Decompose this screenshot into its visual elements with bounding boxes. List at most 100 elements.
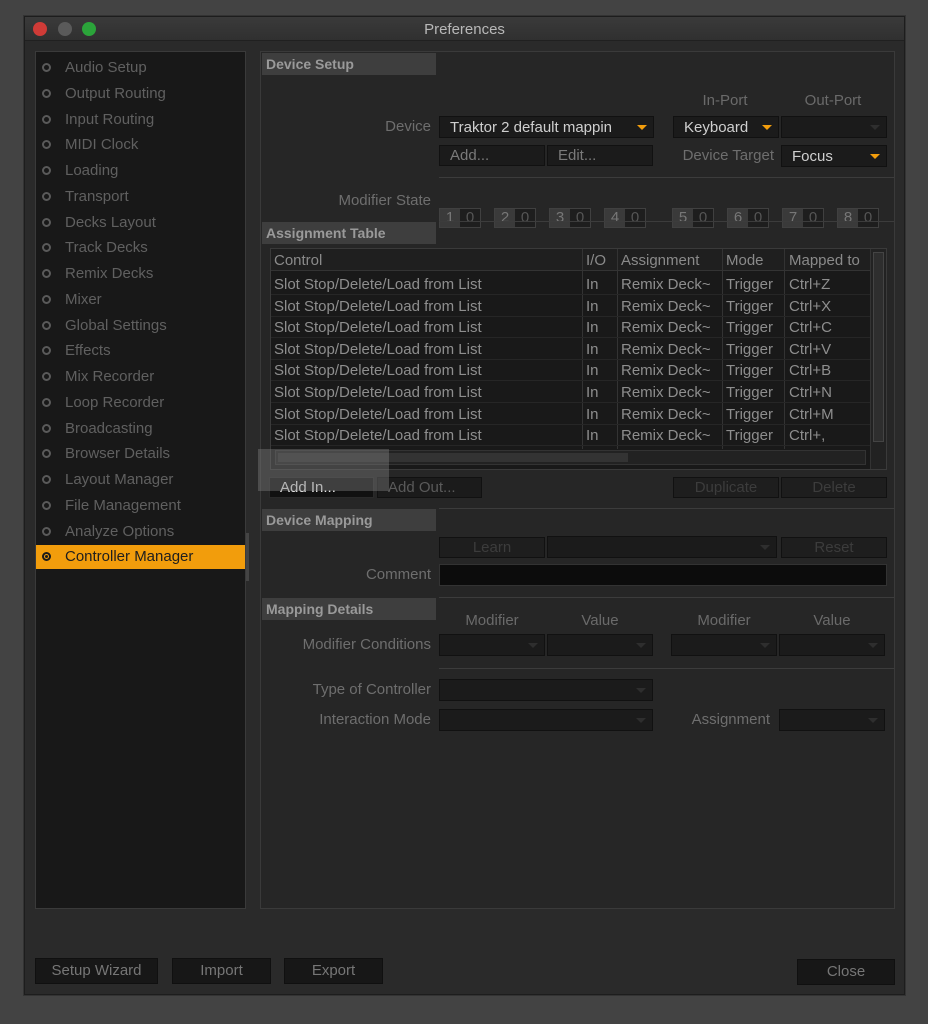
sidebar-item[interactable]: Mixer bbox=[36, 288, 245, 312]
value-condition-1-dropdown[interactable] bbox=[547, 634, 653, 656]
table-cell: Trigger bbox=[726, 362, 773, 380]
value-condition-2-dropdown[interactable] bbox=[779, 634, 885, 656]
vertical-scrollbar[interactable] bbox=[870, 249, 886, 469]
sidebar-item[interactable]: Analyze Options bbox=[36, 520, 245, 544]
table-cell: Ctrl+Z bbox=[789, 276, 831, 293]
table-cell: Slot Stop/Delete/Load from List bbox=[274, 427, 482, 445]
table-row[interactable]: Slot Stop/Delete/Load from List In Remix D… bbox=[271, 360, 871, 382]
modifier-value: 0 bbox=[808, 209, 818, 226]
table-cell: Remix Deck~ bbox=[621, 384, 711, 401]
radio-icon bbox=[42, 475, 51, 484]
table-cell: Ctrl+V bbox=[789, 340, 832, 358]
device-dropdown[interactable]: Traktor 2 default mappin bbox=[439, 116, 654, 138]
sidebar-item[interactable]: Track Decks bbox=[36, 236, 245, 260]
learn-button[interactable]: Learn bbox=[439, 537, 545, 558]
sidebar-item[interactable]: Audio Setup bbox=[36, 56, 245, 80]
chevron-down-icon bbox=[636, 643, 646, 648]
sidebar-item-label: Global Settings bbox=[65, 316, 167, 334]
in-port-dropdown[interactable]: Keyboard bbox=[673, 116, 779, 138]
sidebar-item[interactable]: Broadcasting bbox=[36, 417, 245, 441]
radio-icon bbox=[42, 320, 51, 330]
sidebar-item[interactable]: Transport bbox=[36, 185, 245, 209]
column-header-control[interactable]: Control bbox=[274, 252, 322, 269]
sidebar-item[interactable]: Decks Layout bbox=[36, 211, 245, 235]
device-setup-heading: Device Setup bbox=[262, 53, 436, 75]
export-button[interactable]: Export bbox=[284, 958, 383, 984]
device-target-dropdown[interactable]: Focus bbox=[781, 145, 887, 167]
modifier-column-label: Modifier bbox=[465, 612, 519, 629]
radio-icon bbox=[42, 269, 51, 278]
add-device-button[interactable]: Add... bbox=[439, 145, 545, 166]
table-cell: Trigger bbox=[726, 405, 773, 423]
sidebar-item[interactable]: Loop Recorder bbox=[36, 391, 245, 415]
sidebar-item[interactable]: Effects bbox=[36, 339, 245, 363]
duplicate-button[interactable]: Duplicate bbox=[673, 477, 779, 498]
table-row[interactable]: Slot Stop/Delete/Load from List In Remix D… bbox=[271, 382, 871, 403]
radio-icon bbox=[42, 191, 51, 201]
scrollbar-thumb[interactable] bbox=[873, 252, 884, 442]
device-target-label: Device Target bbox=[682, 147, 774, 164]
table-cell: Ctrl+C bbox=[789, 319, 832, 337]
modifier-condition-1-dropdown[interactable] bbox=[439, 634, 545, 656]
comment-field[interactable] bbox=[439, 564, 887, 586]
sidebar-item[interactable]: MIDI Clock bbox=[36, 133, 245, 157]
sidebar-item[interactable]: Global Settings bbox=[36, 314, 245, 338]
edit-device-button[interactable]: Edit... bbox=[547, 145, 653, 166]
modifier-value: 0 bbox=[863, 209, 873, 226]
add-out-button[interactable]: Add Out... bbox=[377, 477, 482, 498]
column-header-io[interactable]: I/O bbox=[586, 252, 606, 269]
sidebar-item-label: Audio Setup bbox=[65, 59, 147, 76]
table-row[interactable]: Slot Stop/Delete/Load from List In Remix D… bbox=[271, 296, 871, 317]
sidebar-item-label: Decks Layout bbox=[65, 213, 156, 231]
assignment-dropdown[interactable] bbox=[779, 709, 885, 731]
setup-wizard-button[interactable]: Setup Wizard bbox=[35, 958, 158, 984]
column-header-mapped-to[interactable]: Mapped to bbox=[789, 252, 860, 269]
table-cell: Remix Deck~ bbox=[621, 297, 711, 315]
table-row[interactable]: Slot Stop/Delete/Load from List In Remix D… bbox=[271, 317, 871, 339]
assignment-table[interactable]: Control I/O Assignment Mode Mapped to Sl… bbox=[270, 248, 887, 470]
sidebar-item-label: Track Decks bbox=[65, 239, 148, 257]
sidebar-item-label: Effects bbox=[65, 342, 111, 360]
column-header-assignment[interactable]: Assignment bbox=[621, 252, 699, 269]
sidebar-item[interactable]: Remix Decks bbox=[36, 262, 245, 286]
sidebar-item[interactable]: Browser Details bbox=[36, 442, 245, 466]
table-cell: Ctrl+N bbox=[789, 384, 832, 401]
sidebar-item[interactable]: Controller Manager bbox=[36, 545, 245, 570]
modifier-condition-2-dropdown[interactable] bbox=[671, 634, 777, 656]
interaction-mode-dropdown[interactable] bbox=[439, 709, 653, 731]
interaction-mode-label: Interaction Mode bbox=[319, 711, 431, 728]
device-label: Device bbox=[385, 118, 431, 135]
out-port-dropdown[interactable] bbox=[781, 116, 887, 138]
type-of-controller-dropdown[interactable] bbox=[439, 679, 653, 701]
sidebar-item-label: Mix Recorder bbox=[65, 368, 155, 385]
sidebar-item[interactable]: Mix Recorder bbox=[36, 365, 245, 389]
modifier-state-label: Modifier State bbox=[338, 192, 431, 209]
comment-label: Comment bbox=[365, 566, 431, 583]
assignment-label: Assignment bbox=[691, 711, 770, 728]
sidebar-item[interactable]: Output Routing bbox=[36, 82, 245, 106]
sidebar-item-label: Controller Manager bbox=[65, 548, 194, 566]
modifier-value: 0 bbox=[465, 209, 475, 226]
reset-button[interactable]: Reset bbox=[781, 537, 887, 558]
delete-button[interactable]: Delete bbox=[781, 477, 887, 498]
table-row[interactable]: Slot Stop/Delete/Load from List In Remix D… bbox=[271, 404, 871, 425]
sidebar-item-label: Layout Manager bbox=[65, 471, 174, 488]
close-button[interactable]: Close bbox=[797, 959, 895, 985]
radio-icon bbox=[42, 63, 51, 72]
table-cell: Ctrl+X bbox=[789, 297, 832, 315]
add-in-highlight bbox=[258, 449, 389, 491]
type-of-controller-label: Type of Controller bbox=[312, 681, 431, 698]
column-header-mode[interactable]: Mode bbox=[726, 252, 764, 269]
table-row[interactable]: Slot Stop/Delete/Load from List In Remix D… bbox=[271, 339, 871, 360]
sidebar-item[interactable]: Input Routing bbox=[36, 108, 245, 132]
sidebar-item[interactable]: Layout Manager bbox=[36, 468, 245, 492]
chevron-down-icon bbox=[636, 718, 646, 723]
sidebar-item[interactable]: File Management bbox=[36, 494, 245, 518]
import-button[interactable]: Import bbox=[172, 958, 271, 984]
table-row[interactable]: Slot Stop/Delete/Load from List In Remix D… bbox=[271, 274, 871, 295]
modifier-box: 60 bbox=[727, 208, 769, 228]
mapping-target-dropdown[interactable] bbox=[547, 536, 777, 558]
table-row[interactable]: Slot Stop/Delete/Load from List In Remix D… bbox=[271, 425, 871, 447]
sidebar-item[interactable]: Loading bbox=[36, 159, 245, 183]
sidebar-item-label: Loop Recorder bbox=[65, 393, 165, 411]
